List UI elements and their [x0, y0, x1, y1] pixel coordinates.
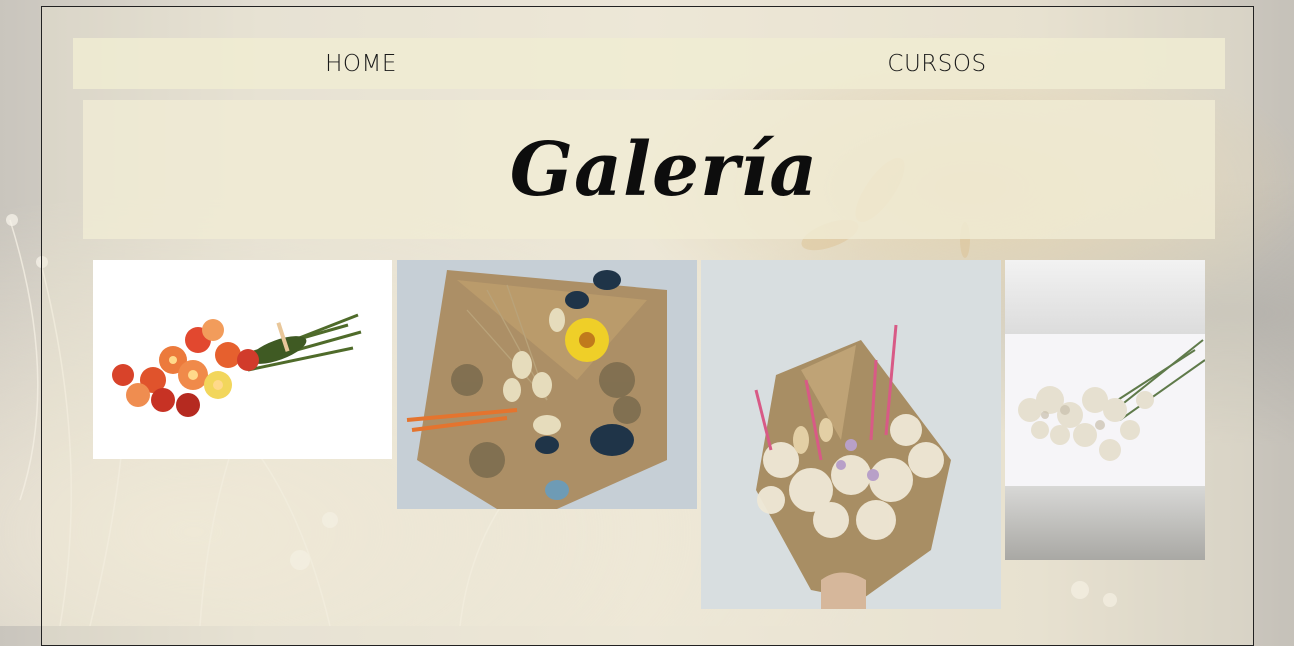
strawflower-bouquet-image [93, 260, 392, 459]
nav-link-home[interactable]: HOME [73, 51, 649, 77]
top-navigation: HOME CURSOS [73, 38, 1225, 89]
gallery-image-limonium[interactable] [1005, 260, 1205, 560]
page-title: Galería [509, 126, 819, 213]
gallery-image-bouquet-yellow[interactable] [397, 260, 697, 509]
gallery-image-strawflower[interactable] [93, 260, 392, 459]
page-title-banner: Galería [83, 100, 1215, 239]
dried-bouquet-pink-image [701, 260, 1001, 609]
dried-bouquet-yellow-image [397, 260, 697, 509]
nav-link-cursos[interactable]: CURSOS [649, 51, 1225, 77]
gallery-image-bouquet-pink[interactable] [701, 260, 1001, 609]
content-frame: HOME CURSOS Galería [41, 6, 1254, 646]
white-limonium-image [1005, 260, 1205, 560]
